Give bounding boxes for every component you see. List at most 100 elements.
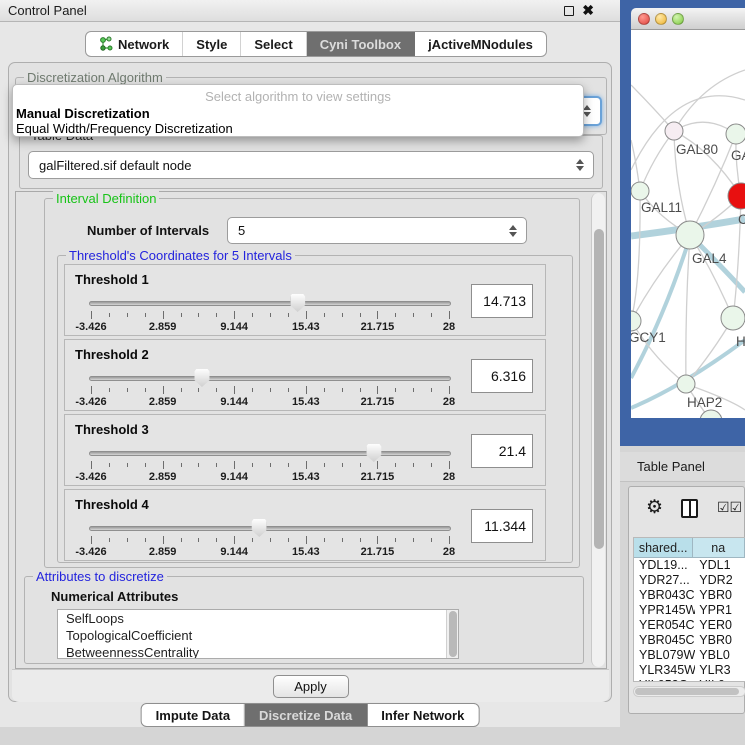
settings-scroll-thumb[interactable] <box>594 229 604 549</box>
slider-track[interactable] <box>89 451 451 456</box>
column-header-shared-name[interactable]: shared... <box>634 538 693 557</box>
network-edge[interactable] <box>674 70 745 131</box>
threshold-value-field[interactable]: 14.713 <box>471 284 533 318</box>
column-layout-icon[interactable] <box>681 499 698 518</box>
cell-name: YBR0 <box>695 633 745 648</box>
table-panel-titlebar: Table Panel <box>620 452 745 482</box>
network-edge[interactable] <box>631 191 640 321</box>
network-edge-highlighted[interactable] <box>631 240 689 378</box>
table-row[interactable]: YDR27...YDR2 <box>634 573 745 588</box>
settings-scrollpane: Interval Definition Number of Intervals … <box>15 191 607 669</box>
threshold-value-field[interactable]: 6.316 <box>471 359 533 393</box>
tick-label: 2.859 <box>149 396 177 408</box>
float-icon[interactable] <box>564 6 574 16</box>
threshold-slider: -3.4262.8599.14415.4321.71528 <box>91 265 449 337</box>
cell-name: YBR0 <box>695 588 745 603</box>
threshold-value-field[interactable]: 21.4 <box>471 434 533 468</box>
minimize-traffic-light[interactable] <box>655 13 667 25</box>
attribute-item-betweennesscentrality[interactable]: BetweennessCentrality <box>58 644 458 659</box>
table-row[interactable]: YBR043CYBR0 <box>634 588 745 603</box>
table-data-combo[interactable]: galFiltered.sif default node <box>28 151 594 179</box>
tick-mark <box>449 386 450 394</box>
network-node-h[interactable] <box>721 306 745 330</box>
slider-track[interactable] <box>89 376 451 381</box>
network-node-gal11[interactable] <box>631 182 649 200</box>
tick-mark <box>109 388 110 392</box>
attributes-list-scrollbar[interactable] <box>446 610 458 658</box>
tick-mark <box>360 538 361 542</box>
tick-label: 21.715 <box>361 396 395 408</box>
threshold-slider: -3.4262.8599.14415.4321.71528 <box>91 340 449 412</box>
network-edge[interactable] <box>640 131 674 191</box>
gear-icon[interactable]: ⚙ <box>646 496 663 519</box>
table-row[interactable]: YBL079WYBL0 <box>634 648 745 663</box>
cell-shared-name: YIL052C <box>634 678 695 682</box>
tick-mark <box>91 311 92 319</box>
zoom-traffic-light[interactable] <box>672 13 684 25</box>
table-row[interactable]: YBR045CYBR0 <box>634 633 745 648</box>
attributes-scroll-thumb[interactable] <box>449 611 457 657</box>
table-row[interactable]: YDL19...YDL1 <box>634 558 745 573</box>
tab-cyni-toolbox[interactable]: Cyni Toolbox <box>307 32 415 56</box>
tick-label: 21.715 <box>361 471 395 483</box>
tick-mark <box>181 463 182 467</box>
tick-mark <box>252 538 253 542</box>
slider-ticks <box>91 386 449 394</box>
table-row[interactable]: YER054CYER0 <box>634 618 745 633</box>
cell-name: YBL0 <box>695 648 745 663</box>
tab-style[interactable]: Style <box>183 32 241 56</box>
tick-mark <box>360 463 361 467</box>
tab-label: Cyni Toolbox <box>320 37 401 52</box>
tick-mark <box>377 461 378 469</box>
close-icon[interactable]: ✖ <box>582 2 594 19</box>
slider-track[interactable] <box>89 301 451 306</box>
network-node-hap2[interactable] <box>677 375 695 393</box>
table-row[interactable]: YIL052CYIL0 <box>634 678 745 682</box>
tick-label: 2.859 <box>149 321 177 333</box>
slider-thumb[interactable] <box>194 369 209 387</box>
tab-jactivemnodules[interactable]: jActiveMNodules <box>415 32 546 56</box>
algorithm-option-equal-width-frequency-discretization[interactable]: Equal Width/Frequency Discretization <box>16 121 233 136</box>
network-node-gal80[interactable] <box>665 122 683 140</box>
tick-label: 28 <box>443 396 455 408</box>
slider-thumb[interactable] <box>366 444 381 462</box>
tick-mark <box>342 538 343 542</box>
close-traffic-light[interactable] <box>638 13 650 25</box>
network-node-ga[interactable] <box>726 124 745 144</box>
tick-label: 28 <box>443 546 455 558</box>
tick-mark <box>198 388 199 392</box>
tick-label: 15.43 <box>292 396 320 408</box>
threshold-slider: -3.4262.8599.14415.4321.71528 <box>91 490 449 562</box>
table-row[interactable]: YPR145WYPR1 <box>634 603 745 618</box>
slider-track[interactable] <box>89 526 451 531</box>
threshold-value-field[interactable]: 11.344 <box>471 509 533 543</box>
slider-thumb[interactable] <box>252 519 267 537</box>
number-of-intervals-combo[interactable]: 5 <box>227 217 527 244</box>
tab-discretize-data[interactable]: Discretize Data <box>245 704 367 726</box>
interval-definition-group: Interval Definition Number of Intervals … <box>44 198 580 568</box>
network-canvas[interactable]: GAL80GACGAL11GAL4GCY1HHAP2 <box>631 30 745 418</box>
tab-network[interactable]: Network <box>86 32 183 56</box>
table-row[interactable]: YLR345WYLR3 <box>634 663 745 678</box>
checkboxes-icon[interactable]: ☑☑ <box>717 499 742 516</box>
tab-select[interactable]: Select <box>241 32 306 56</box>
table-horizontal-scrollbar[interactable] <box>633 686 745 697</box>
network-edge[interactable] <box>686 235 690 384</box>
attribute-item-topologicalcoefficient[interactable]: TopologicalCoefficient <box>58 627 458 644</box>
network-node-gcy1[interactable] <box>631 311 641 331</box>
network-node-gal4[interactable] <box>676 221 704 249</box>
attribute-item-selfloops[interactable]: SelfLoops <box>58 610 458 627</box>
table-hscroll-thumb[interactable] <box>635 688 739 695</box>
column-header-name[interactable]: na <box>693 538 745 557</box>
tab-impute-data[interactable]: Impute Data <box>142 704 245 726</box>
settings-vertical-scrollbar[interactable] <box>591 193 605 667</box>
tab-infer-network[interactable]: Infer Network <box>367 704 478 726</box>
tick-mark <box>449 461 450 469</box>
tick-mark <box>234 461 235 469</box>
slider-thumb[interactable] <box>290 294 305 312</box>
apply-button[interactable]: Apply <box>273 675 349 698</box>
apply-row: Apply <box>12 669 609 702</box>
algorithm-option-manual-discretization[interactable]: Manual Discretization <box>16 106 150 121</box>
cell-shared-name: YDR27... <box>634 573 695 588</box>
tick-mark <box>109 313 110 317</box>
